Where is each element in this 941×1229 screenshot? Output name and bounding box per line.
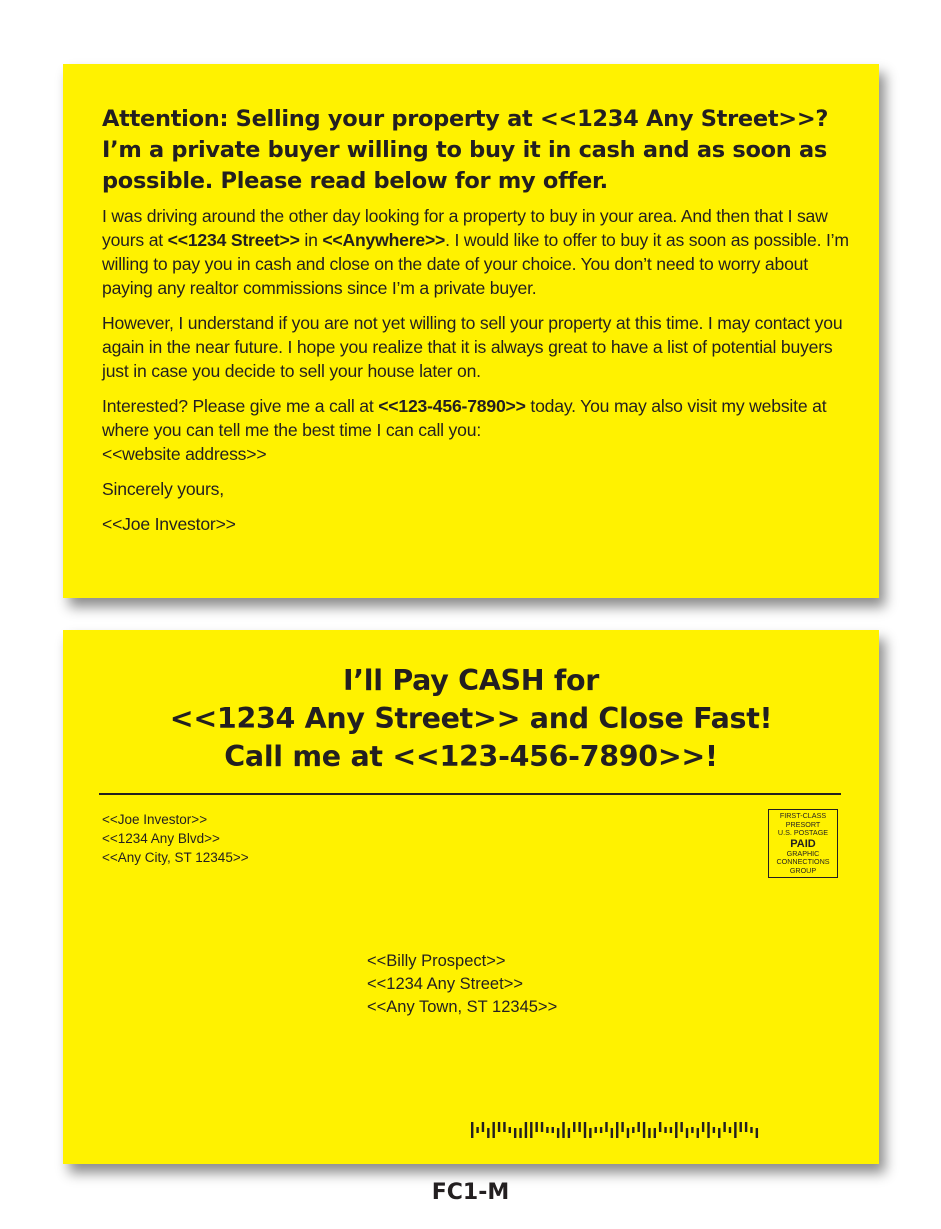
- barcode-bar: [562, 1122, 565, 1138]
- recipient-address-line: <<1234 Any Street>>: [367, 975, 523, 993]
- return-address-line: <<Joe Investor>>: [102, 812, 208, 827]
- barcode-bar: [675, 1122, 678, 1138]
- barcode-bar: [519, 1128, 522, 1138]
- postcard-back: Attention: Selling your property at <<12…: [63, 64, 879, 598]
- letter-body: I was driving around the other day looki…: [102, 204, 862, 547]
- barcode-bar: [718, 1128, 721, 1138]
- barcode-bar: [669, 1127, 673, 1133]
- postcard-front: I’ll Pay CASH for <<1234 Any Street>> an…: [63, 630, 879, 1164]
- barcode-bar: [556, 1128, 560, 1138]
- barcode-bar: [750, 1127, 753, 1133]
- divider-rule: [99, 793, 841, 795]
- barcode-bar: [744, 1122, 748, 1132]
- barcode-bar: [573, 1122, 576, 1132]
- barcode-bar: [540, 1122, 544, 1132]
- barcode-bar: [481, 1122, 485, 1132]
- barcode-bar: [508, 1127, 512, 1133]
- barcode-bar: [755, 1128, 759, 1138]
- barcode-bar: [632, 1127, 635, 1133]
- barcode-bar: [476, 1127, 479, 1133]
- barcode-bar: [605, 1122, 608, 1132]
- barcode-bar: [594, 1127, 597, 1133]
- postage-paid-label: PAID: [790, 837, 816, 850]
- barcode-bar: [691, 1127, 694, 1133]
- barcode-bar: [728, 1127, 732, 1133]
- letter-paragraph-1: I was driving around the other day looki…: [102, 206, 849, 298]
- barcode-bar: [685, 1128, 689, 1138]
- product-code: FC1-M: [431, 1180, 510, 1205]
- barcode-bar: [621, 1122, 624, 1132]
- front-headline: I’ll Pay CASH for <<1234 Any Street>> an…: [63, 662, 879, 776]
- postal-barcode: [471, 1122, 759, 1138]
- letter-headline: Attention: Selling your property at <<12…: [102, 106, 829, 194]
- return-address-line: <<1234 Any Blvd>>: [102, 831, 220, 846]
- barcode-bar: [497, 1122, 501, 1132]
- barcode-bar: [739, 1122, 742, 1132]
- barcode-bar: [589, 1128, 592, 1138]
- barcode-bar: [583, 1122, 587, 1138]
- letter-closing: Sincerely yours,: [102, 479, 224, 499]
- barcode-bar: [578, 1122, 581, 1132]
- barcode-bar: [616, 1122, 619, 1138]
- barcode-bar: [734, 1122, 737, 1138]
- front-headline-line-3: Call me at <<123-456-7890>>!: [224, 740, 718, 773]
- front-headline-line-1: I’ll Pay CASH for: [342, 664, 600, 697]
- barcode-bar: [530, 1122, 533, 1138]
- recipient-address-line: <<Billy Prospect>>: [367, 952, 506, 970]
- barcode-bar: [610, 1128, 614, 1138]
- barcode-bar: [535, 1122, 538, 1132]
- letter-paragraph-2: However, I understand if you are not yet…: [102, 313, 843, 381]
- barcode-bar: [551, 1127, 554, 1133]
- return-address: <<Joe Investor>> <<1234 Any Blvd>> <<Any…: [102, 810, 249, 867]
- property-location: <<Anywhere>>: [322, 230, 446, 250]
- barcode-bar: [599, 1127, 603, 1133]
- barcode-bar: [658, 1122, 662, 1132]
- property-address: <<1234 Street>>: [167, 230, 300, 250]
- recipient-address: <<Billy Prospect>> <<1234 Any Street>> <…: [367, 950, 557, 1019]
- barcode-bar: [653, 1128, 657, 1138]
- barcode-bar: [723, 1122, 726, 1132]
- barcode-bar: [648, 1128, 651, 1138]
- letter-signature: <<Joe Investor>>: [102, 514, 236, 534]
- barcode-bar: [524, 1122, 528, 1138]
- barcode-bar: [487, 1128, 490, 1138]
- letter-paragraph-3: Interested? Please give me a call at <<1…: [102, 396, 827, 464]
- barcode-bar: [626, 1128, 630, 1138]
- barcode-bar: [567, 1128, 571, 1138]
- barcode-bar: [696, 1128, 699, 1138]
- barcode-bar: [492, 1122, 495, 1138]
- barcode-bar: [471, 1122, 474, 1138]
- barcode-bar: [712, 1127, 716, 1133]
- barcode-bar: [503, 1122, 506, 1132]
- barcode-bar: [513, 1128, 517, 1138]
- website-address: <<website address>>: [102, 444, 267, 464]
- barcode-bar: [664, 1127, 667, 1133]
- barcode-bar: [642, 1122, 646, 1138]
- front-headline-line-2: <<1234 Any Street>> and Close Fast!: [169, 702, 773, 735]
- phone-number: <<123-456-7890>>: [378, 396, 526, 416]
- recipient-address-line: <<Any Town, ST 12345>>: [367, 998, 558, 1016]
- barcode-bar: [680, 1122, 683, 1132]
- barcode-bar: [546, 1127, 549, 1133]
- return-address-line: <<Any City, ST 12345>>: [102, 850, 249, 865]
- barcode-bar: [707, 1122, 710, 1138]
- barcode-bar: [701, 1122, 705, 1132]
- barcode-bar: [637, 1122, 640, 1132]
- postage-indicia: FIRST-CLASS PRESORT U.S. POSTAGE PAID GR…: [768, 809, 838, 878]
